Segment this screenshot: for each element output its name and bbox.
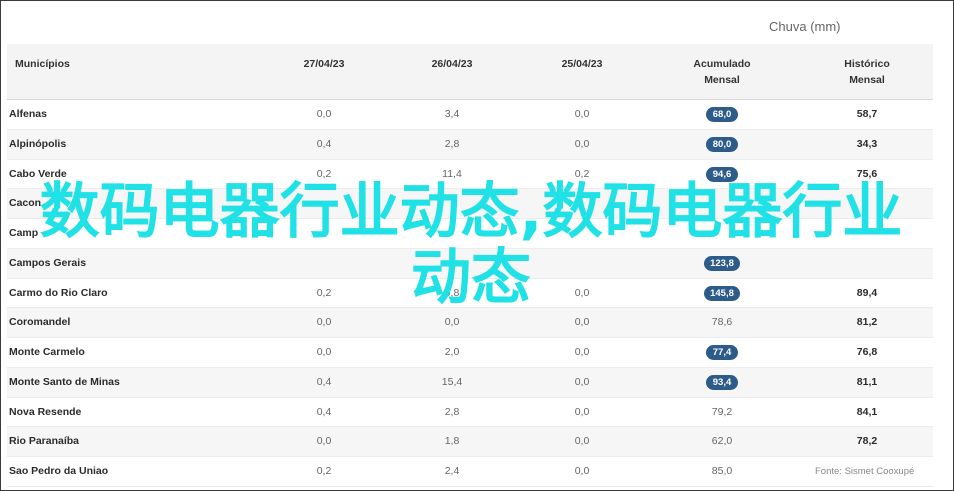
rain-25-04: 0,0 [574, 435, 590, 448]
table-row: Rio Paranaíba 0,0 1,8 0,0 62,0 78,2 [7, 427, 933, 457]
acumulado-value: 79,2 [711, 405, 733, 418]
header-date-1: 27/04/23 [303, 58, 345, 70]
historico-value: 34,3 [856, 137, 878, 150]
acumulado-cell: 77,4 [657, 338, 787, 367]
table-header: Municípios 27/04/23 26/04/23 25/04/23 Ac… [7, 44, 933, 100]
acumulado-cell: 85,0 [657, 457, 787, 486]
municipio-name: Rio Paranaíba [9, 435, 80, 448]
acumulado-cell: 62,0 [657, 427, 787, 456]
rain-27-04: 0,0 [316, 346, 332, 358]
acumulado-badge: 80,0 [706, 136, 738, 152]
table-row: Monte Carmelo 0,0 2,0 0,0 77,4 76,8 [7, 338, 933, 368]
rain-26-04: 2,4 [444, 465, 460, 477]
acumulado-cell: 68,0 [657, 100, 787, 129]
screenshot-frame: Chuva (mm) Municípios 27/04/23 26/04/23 … [0, 0, 954, 491]
rain-27-04: 0,2 [316, 465, 332, 477]
rain-26-04: 2,0 [444, 346, 460, 358]
historico-value: 78,2 [856, 435, 878, 448]
acumulado-value: 62,0 [711, 435, 733, 448]
table-row: Sao Pedro da Uniao 0,2 2,4 0,0 85,0 [7, 457, 933, 487]
historico-value: 81,2 [856, 316, 878, 329]
acumulado-cell: 80,0 [657, 130, 787, 159]
header-acumulado-line2: Mensal [704, 74, 740, 86]
header-date-3: 25/04/23 [561, 58, 603, 70]
municipio-name: Sao Pedro da Uniao [9, 465, 109, 477]
acumulado-value: 78,6 [711, 316, 733, 329]
source-note: Fonte: Sismet Cooxupé [815, 466, 915, 477]
municipio-name: Alfenas [9, 108, 47, 120]
rain-25-04: 0,0 [574, 346, 590, 358]
rain-25-04: 0,0 [574, 108, 590, 120]
header-historico: Histórico Mensal [807, 56, 927, 88]
header-acumulado-line1: Acumulado [693, 58, 751, 70]
table-row: Alpinópolis 0,4 2,8 0,0 80,0 34,3 [7, 129, 933, 160]
header-acumulado: Acumulado Mensal [657, 56, 787, 88]
rain-26-04: 2,8 [444, 405, 460, 418]
municipio-name: Nova Resende [9, 405, 82, 418]
header-municipios: Municípios [15, 58, 70, 70]
acumulado-cell: 93,4 [657, 368, 787, 397]
rain-25-04: 0,0 [574, 316, 590, 329]
acumulado-badge: 68,0 [706, 107, 738, 122]
rain-25-04: 0,0 [574, 405, 590, 418]
header-historico-line1: Histórico [844, 58, 890, 70]
rain-26-04: 3,4 [444, 108, 460, 120]
acumulado-badge: 77,4 [706, 345, 738, 360]
table-row: Alfenas 0,0 3,4 0,0 68,0 58,7 [7, 100, 933, 130]
table-row: Nova Resende 0,4 2,8 0,0 79,2 84,1 [7, 398, 933, 428]
rain-27-04: 0,0 [316, 108, 332, 120]
rain-26-04: 15,4 [441, 375, 463, 388]
rain-25-04: 0,0 [574, 137, 590, 150]
acumulado-cell: 78,6 [657, 308, 787, 337]
municipio-name: Coromandel [9, 316, 71, 329]
historico-value: 76,8 [856, 346, 878, 358]
rain-27-04: 0,4 [316, 375, 332, 388]
historico-value: 58,7 [856, 108, 878, 120]
rain-27-04: 0,4 [316, 405, 332, 418]
rain-27-04: 0,0 [316, 316, 332, 329]
header-date-2: 26/04/23 [431, 58, 473, 70]
municipio-name: Monte Carmelo [9, 346, 85, 358]
acumulado-badge: 93,4 [706, 374, 738, 390]
rain-26-04: 2,8 [444, 137, 460, 150]
rain-25-04: 0,0 [574, 465, 590, 477]
overlay-watermark-text: 数码电器行业动态,数码电器行业动态 [39, 177, 903, 313]
rain-27-04: 0,4 [316, 137, 332, 150]
acumulado-cell: 79,2 [657, 398, 787, 427]
acumulado-value: 85,0 [711, 465, 733, 477]
rain-26-04: 1,8 [444, 435, 460, 448]
table-row: Monte Santo de Minas 0,4 15,4 0,0 93,4 81,1 [7, 367, 933, 398]
header-historico-line2: Mensal [849, 74, 885, 86]
historico-value: 84,1 [856, 405, 878, 418]
rain-25-04: 0,0 [574, 375, 590, 388]
municipio-name: Alpinópolis [9, 137, 67, 150]
unit-label: Chuva (mm) [769, 19, 841, 34]
historico-value: 81,1 [856, 375, 878, 388]
municipio-name: Monte Santo de Minas [9, 375, 120, 388]
rain-27-04: 0,0 [316, 435, 332, 448]
